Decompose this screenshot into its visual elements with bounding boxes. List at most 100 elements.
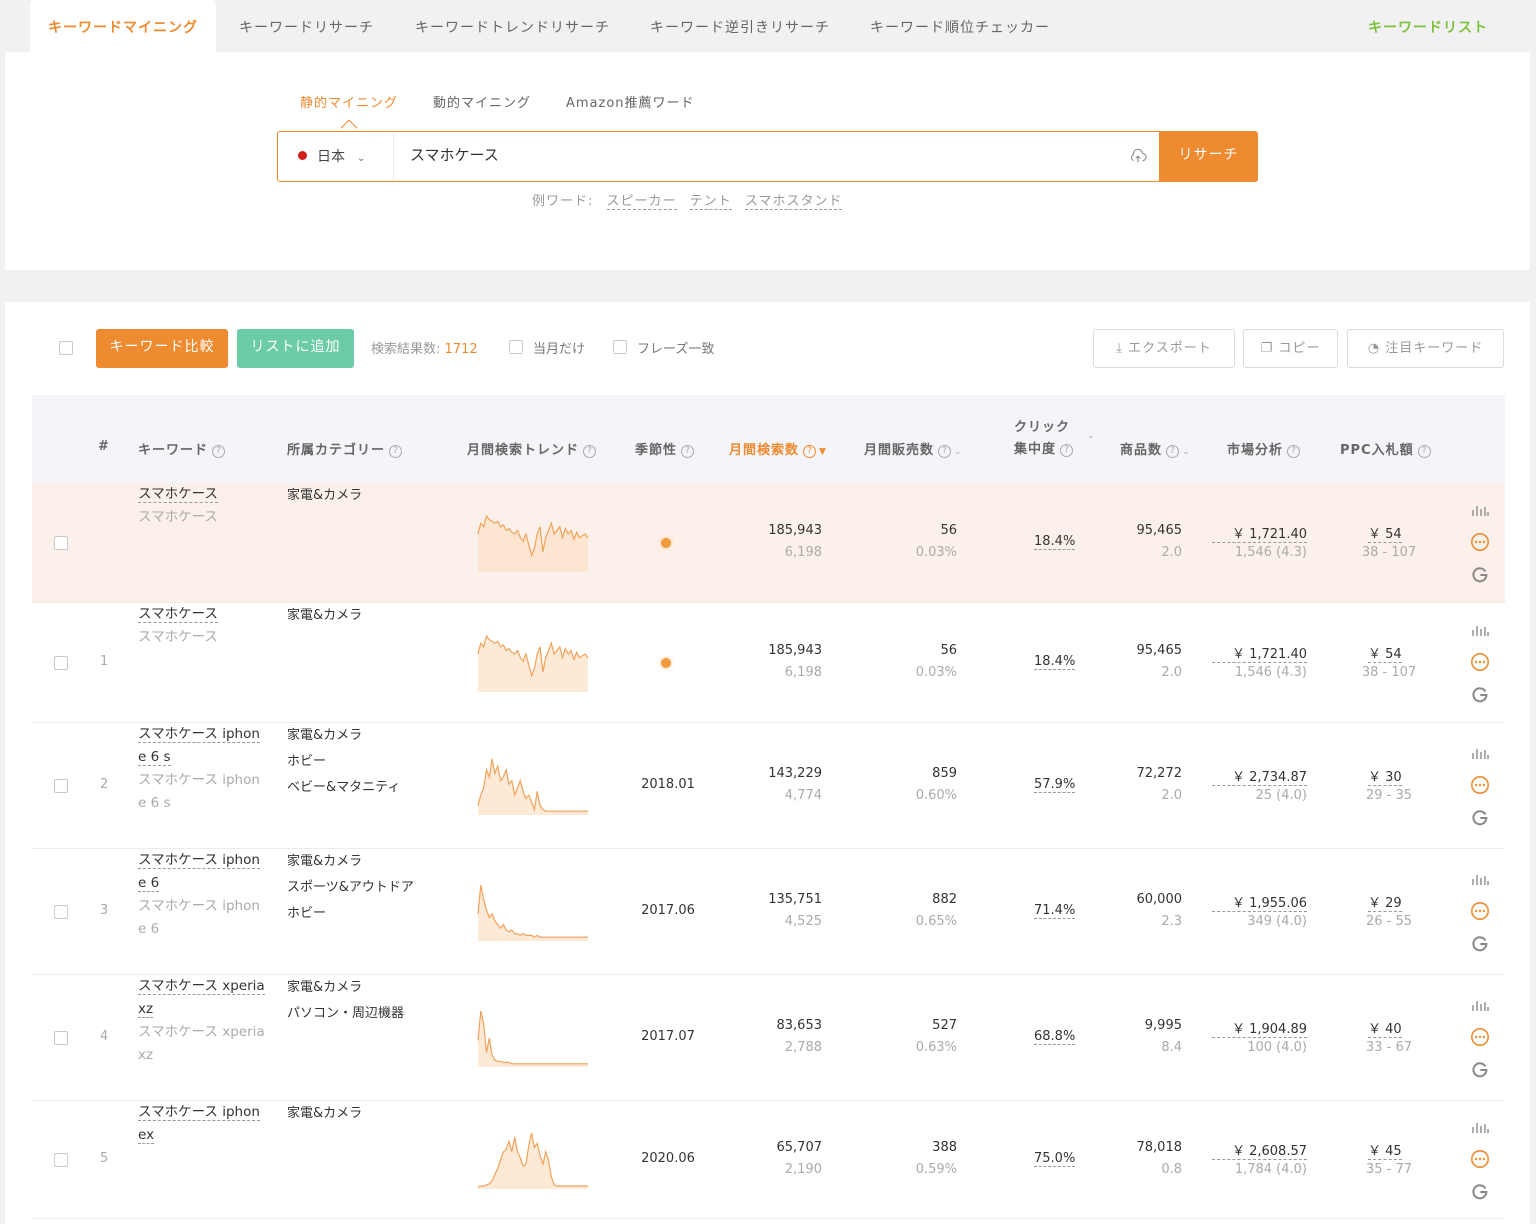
pie-chart-icon: ◔ — [1367, 341, 1381, 356]
google-search-icon[interactable] — [1470, 1181, 1490, 1201]
bar-chart-icon[interactable] — [1470, 501, 1490, 521]
click-concentration[interactable]: 68.8% — [1034, 1029, 1076, 1045]
watch-label: 注目キーワード — [1385, 341, 1484, 356]
mode-amazon-suggest[interactable]: Amazon推薦ワード — [566, 92, 695, 111]
google-search-icon[interactable] — [1470, 684, 1490, 704]
mode-dynamic-mining[interactable]: 動的マイニング — [433, 92, 531, 111]
copy-button[interactable]: ❐ コピー — [1243, 329, 1338, 368]
col-product-count[interactable]: 商品数? ⌄ — [1120, 439, 1191, 458]
row-checkbox[interactable] — [54, 1153, 68, 1167]
col-click-label-2: 集中度 — [1014, 442, 1057, 457]
current-month-checkbox[interactable] — [509, 340, 523, 354]
ppc-bid[interactable]: ￥ 40 — [1368, 1018, 1402, 1038]
trend-area — [478, 636, 588, 692]
tab-reverse-keyword-research[interactable]: キーワード逆引きリサーチ — [650, 0, 830, 52]
help-icon[interactable]: ? — [583, 445, 597, 458]
keyword-list-link[interactable]: キーワードリスト — [1368, 0, 1488, 56]
help-icon[interactable]: ? — [803, 445, 817, 458]
market-avg-price[interactable]: ￥ 1,721.40 — [1212, 523, 1307, 543]
keyword-link[interactable]: スマホケース iphonex — [138, 1104, 260, 1144]
help-icon[interactable]: ? — [212, 445, 226, 458]
keyword-link[interactable]: スマホケース xperia xz — [138, 978, 265, 1018]
trend-sparkline[interactable] — [477, 755, 589, 817]
bar-chart-icon[interactable] — [1470, 1118, 1490, 1138]
export-button[interactable]: ⤓ エクスポート — [1093, 329, 1235, 368]
click-concentration[interactable]: 75.0% — [1034, 1151, 1076, 1167]
example-word[interactable]: スマホスタンド — [744, 194, 843, 210]
col-click-concentration[interactable]: クリック 集中度? ⌄ — [1014, 417, 1095, 461]
cloud-upload-icon[interactable] — [1129, 148, 1147, 166]
click-concentration[interactable]: 18.4% — [1034, 534, 1076, 550]
row-checkbox[interactable] — [54, 1031, 68, 1045]
market-avg-price[interactable]: ￥ 2,608.57 — [1212, 1140, 1307, 1160]
ppc-bid[interactable]: ￥ 29 — [1368, 892, 1402, 912]
bar-chart-icon[interactable] — [1470, 621, 1490, 641]
row-checkbox[interactable] — [54, 656, 68, 670]
competition-ratio: 2.0 — [1161, 665, 1182, 680]
help-icon[interactable]: ? — [1060, 444, 1074, 457]
click-concentration[interactable]: 18.4% — [1034, 654, 1076, 670]
click-concentration[interactable]: 57.9% — [1034, 777, 1076, 793]
tab-rank-checker[interactable]: キーワード順位チェッカー — [870, 0, 1050, 52]
country-select[interactable]: 日本 ⌄ — [298, 146, 365, 166]
example-word[interactable]: スピーカー — [606, 194, 677, 210]
add-to-list-button[interactable]: リストに追加 — [237, 329, 354, 368]
google-search-icon[interactable] — [1470, 1059, 1490, 1079]
ppc-bid[interactable]: ￥ 54 — [1368, 523, 1402, 543]
watch-keyword-button[interactable]: ◔ 注目キーワード — [1347, 329, 1504, 368]
bar-chart-icon[interactable] — [1470, 870, 1490, 890]
select-all-checkbox[interactable] — [59, 341, 73, 355]
col-monthly-sales[interactable]: 月間販売数? ⌄ — [864, 439, 963, 458]
keyword-link[interactable]: スマホケース iphone 6 s — [138, 726, 260, 766]
mode-static-mining[interactable]: 静的マイニング — [300, 92, 398, 111]
help-icon[interactable]: ? — [938, 445, 952, 458]
more-options-icon[interactable] — [1470, 1149, 1490, 1169]
trend-sparkline[interactable] — [477, 1007, 589, 1069]
more-options-icon[interactable] — [1470, 652, 1490, 672]
market-avg-price[interactable]: ￥ 1,721.40 — [1212, 643, 1307, 663]
more-options-icon[interactable] — [1470, 1027, 1490, 1047]
tab-keyword-research[interactable]: キーワードリサーチ — [239, 0, 374, 52]
row-checkbox[interactable] — [54, 536, 68, 550]
search-input[interactable] — [410, 145, 1110, 163]
help-icon[interactable]: ? — [681, 445, 695, 458]
trend-sparkline[interactable] — [477, 512, 589, 574]
col-search-volume[interactable]: 月間検索数? ▼ — [729, 439, 827, 458]
more-options-icon[interactable] — [1470, 532, 1490, 552]
trend-sparkline[interactable] — [477, 632, 589, 694]
example-word[interactable]: テント — [689, 194, 732, 210]
help-icon[interactable]: ? — [1166, 445, 1180, 458]
research-button[interactable]: リサーチ — [1159, 131, 1258, 182]
more-options-icon[interactable] — [1470, 901, 1490, 921]
market-avg-price[interactable]: ￥ 1,955.06 — [1212, 892, 1307, 912]
google-search-icon[interactable] — [1470, 564, 1490, 584]
row-checkbox[interactable] — [54, 905, 68, 919]
help-icon[interactable]: ? — [389, 445, 403, 458]
ppc-bid[interactable]: ￥ 45 — [1368, 1140, 1402, 1160]
row-index: 5 — [100, 1151, 109, 1166]
keyword-link[interactable]: スマホケース — [138, 486, 218, 503]
keyword-compare-button[interactable]: キーワード比較 — [96, 329, 228, 368]
more-options-icon[interactable] — [1470, 775, 1490, 795]
product-count: 72,272 — [1136, 766, 1183, 781]
keyword-link[interactable]: スマホケース — [138, 606, 218, 623]
help-icon[interactable]: ? — [1287, 445, 1301, 458]
tab-keyword-mining[interactable]: キーワードマイニング — [30, 0, 216, 52]
help-icon[interactable]: ? — [1417, 445, 1431, 458]
tab-keyword-trend-research[interactable]: キーワードトレンドリサーチ — [415, 0, 610, 52]
phrase-match-checkbox[interactable] — [613, 340, 627, 354]
ppc-bid[interactable]: ￥ 30 — [1368, 766, 1402, 786]
row-checkbox[interactable] — [54, 779, 68, 793]
col-category-label: 所属カテゴリー — [287, 443, 386, 458]
google-search-icon[interactable] — [1470, 807, 1490, 827]
click-concentration[interactable]: 71.4% — [1034, 903, 1076, 919]
market-avg-price[interactable]: ￥ 1,904.89 — [1212, 1018, 1307, 1038]
keyword-link[interactable]: スマホケース iphone 6 — [138, 852, 260, 892]
trend-sparkline[interactable] — [477, 881, 589, 943]
ppc-bid[interactable]: ￥ 54 — [1368, 643, 1402, 663]
market-avg-price[interactable]: ￥ 2,734.87 — [1212, 766, 1307, 786]
google-search-icon[interactable] — [1470, 933, 1490, 953]
trend-sparkline[interactable] — [477, 1129, 589, 1191]
bar-chart-icon[interactable] — [1470, 744, 1490, 764]
bar-chart-icon[interactable] — [1470, 996, 1490, 1016]
